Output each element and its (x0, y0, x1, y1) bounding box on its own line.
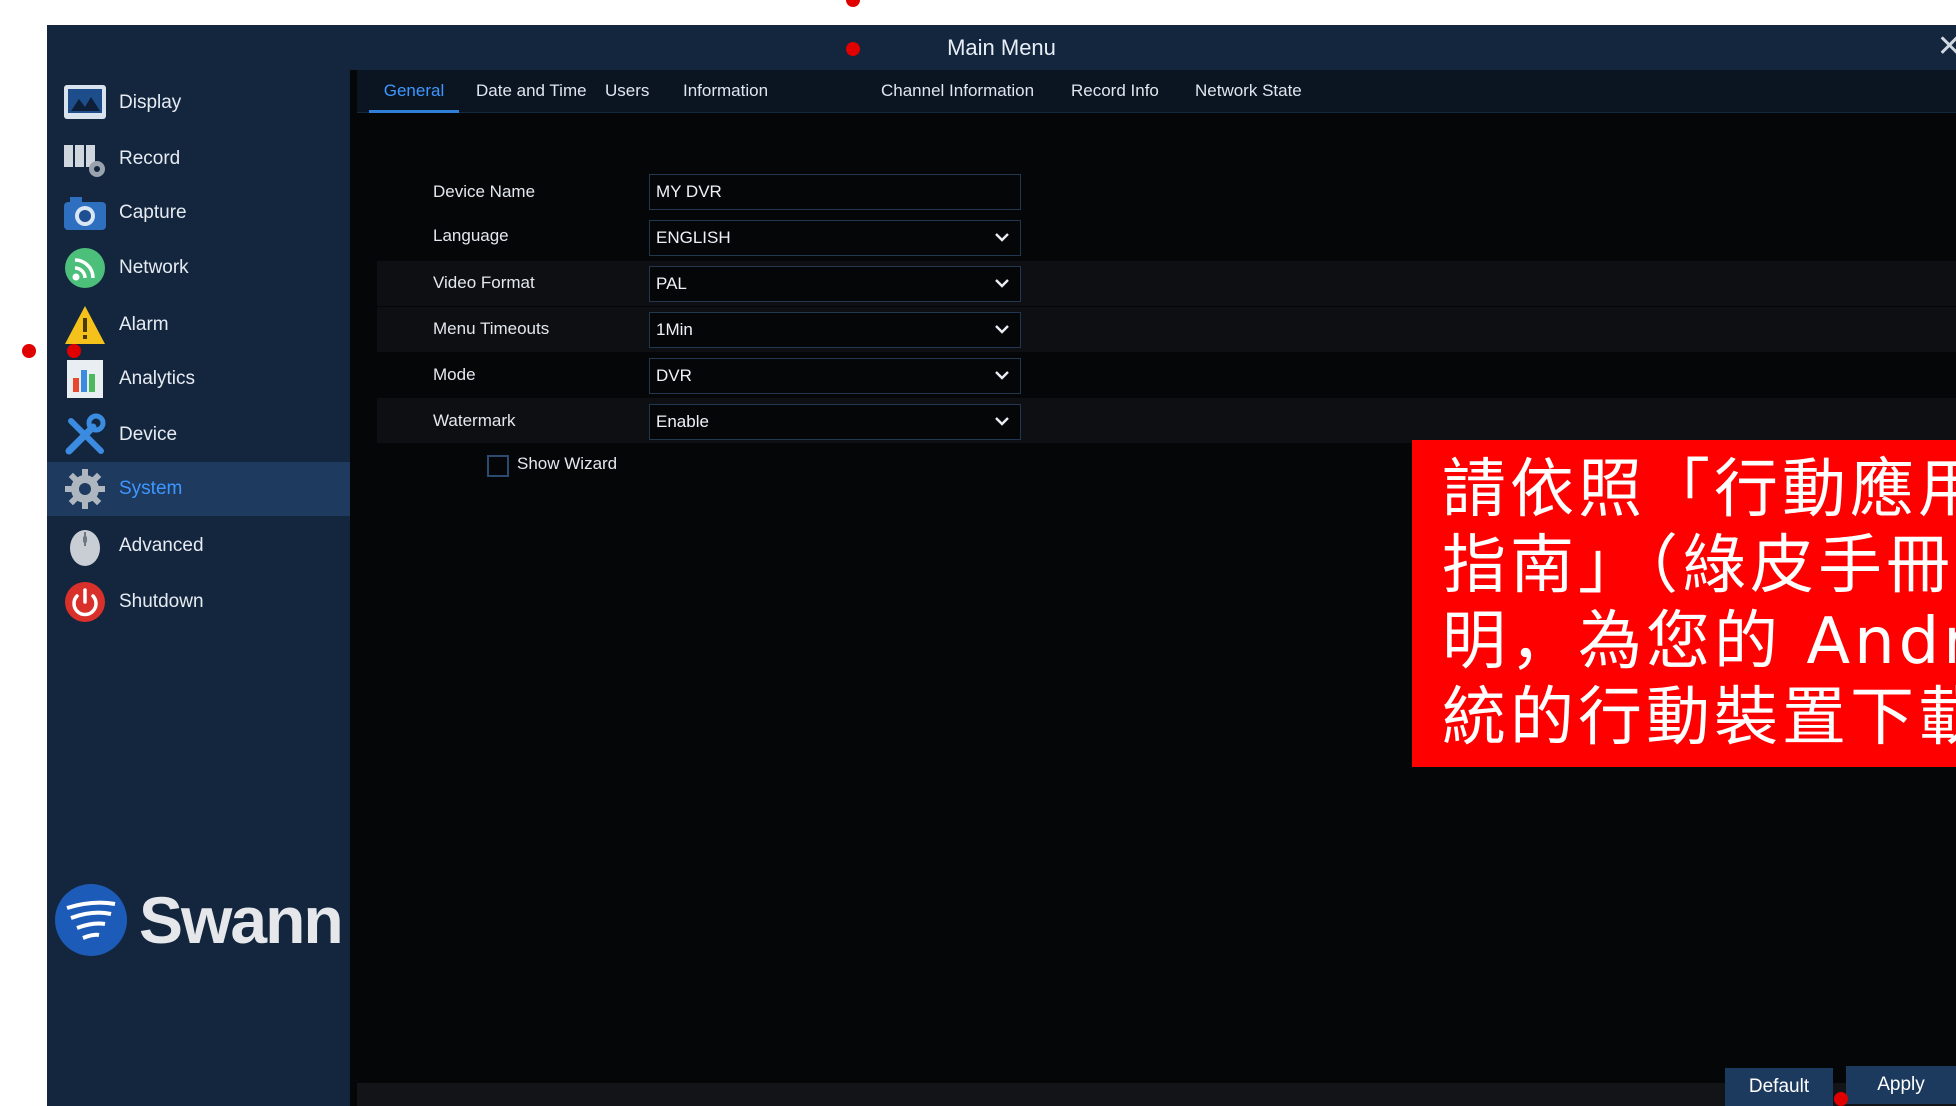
sidebar: Display Record Capture Network Alarm Ana… (47, 70, 350, 1106)
window-title: Main Menu (947, 34, 1056, 60)
device-icon (62, 412, 108, 458)
camera-icon (62, 190, 108, 236)
apply-button[interactable]: Apply (1846, 1066, 1956, 1104)
footer-bar (357, 1083, 1956, 1106)
sidebar-item-display[interactable]: Display (47, 76, 350, 130)
gear-icon (62, 466, 108, 512)
tab-network-state[interactable]: Network State (1195, 70, 1302, 112)
title-bar: Main Menu ✕ (47, 25, 1956, 70)
sidebar-item-device[interactable]: Device (47, 408, 350, 462)
chevron-down-icon (995, 371, 1009, 380)
tab-bar: General Date and Time Users Information … (357, 70, 1956, 113)
close-icon[interactable]: ✕ (1937, 32, 1956, 62)
default-button[interactable]: Default (1725, 1068, 1833, 1106)
watermark-select[interactable]: Enable (649, 404, 1021, 440)
sidebar-item-analytics[interactable]: Analytics (47, 352, 350, 406)
power-icon (62, 579, 108, 625)
tab-users[interactable]: Users (605, 70, 649, 112)
logo-text: Swann (139, 883, 344, 957)
video-format-label: Video Format (433, 273, 535, 292)
sidebar-item-record[interactable]: Record (47, 132, 350, 186)
sidebar-item-system[interactable]: System (47, 462, 350, 516)
watermark-label: Watermark (433, 411, 516, 430)
chevron-down-icon (995, 279, 1009, 288)
network-icon (62, 245, 108, 291)
record-icon (62, 136, 108, 182)
swann-logo-icon (55, 884, 127, 956)
overlay-notice: 請依照「行動應用 指南」（綠皮手冊 明，為您的 Andro 統的行動裝置下載 (1412, 440, 1956, 767)
marker-dot (846, 42, 860, 56)
mode-label: Mode (433, 365, 476, 384)
menu-timeouts-label: Menu Timeouts (433, 319, 550, 338)
sidebar-item-shutdown[interactable]: Shutdown (47, 575, 350, 629)
form-row-band (377, 261, 1956, 306)
language-label: Language (433, 226, 509, 245)
device-name-label: Device Name (433, 182, 536, 201)
sidebar-item-advanced[interactable]: Advanced (47, 519, 350, 573)
form-row-band (377, 307, 1956, 352)
marker-dot (22, 344, 36, 358)
video-format-select[interactable]: PAL (649, 266, 1021, 302)
tab-general[interactable]: General (369, 70, 459, 113)
tab-information[interactable]: Information (683, 70, 768, 112)
form-row-band (377, 398, 1956, 443)
overlay-line: 指南」（綠皮手冊 (1442, 529, 1954, 603)
marker-dot (1834, 1092, 1848, 1106)
show-wizard-label: Show Wizard (517, 454, 618, 473)
alarm-icon (62, 302, 108, 348)
mouse-icon (62, 523, 108, 569)
overlay-line: 統的行動裝置下載 (1442, 681, 1956, 755)
swann-logo: Swann (53, 882, 344, 958)
chevron-down-icon (995, 325, 1009, 334)
menu-timeouts-select[interactable]: 1Min (649, 312, 1021, 348)
marker-dot (67, 344, 81, 358)
analytics-icon (62, 356, 108, 402)
overlay-line: 明，為您的 Andro (1442, 605, 1956, 679)
tab-channel-information[interactable]: Channel Information (881, 70, 1034, 112)
marker-dot (846, 0, 860, 7)
tab-date-and-time[interactable]: Date and Time (476, 70, 587, 112)
overlay-line: 請依照「行動應用 (1442, 453, 1956, 527)
display-icon (62, 80, 108, 126)
sidebar-item-alarm[interactable]: Alarm (47, 298, 350, 352)
sidebar-item-capture[interactable]: Capture (47, 186, 350, 240)
device-name-field[interactable]: MY DVR (649, 174, 1021, 210)
chevron-down-icon (995, 417, 1009, 426)
mode-select[interactable]: DVR (649, 358, 1021, 394)
chevron-down-icon (995, 233, 1009, 242)
sidebar-item-network[interactable]: Network (47, 241, 350, 295)
tab-record-info[interactable]: Record Info (1071, 70, 1159, 112)
language-select[interactable]: ENGLISH (649, 220, 1021, 256)
show-wizard-checkbox[interactable] (487, 455, 509, 477)
